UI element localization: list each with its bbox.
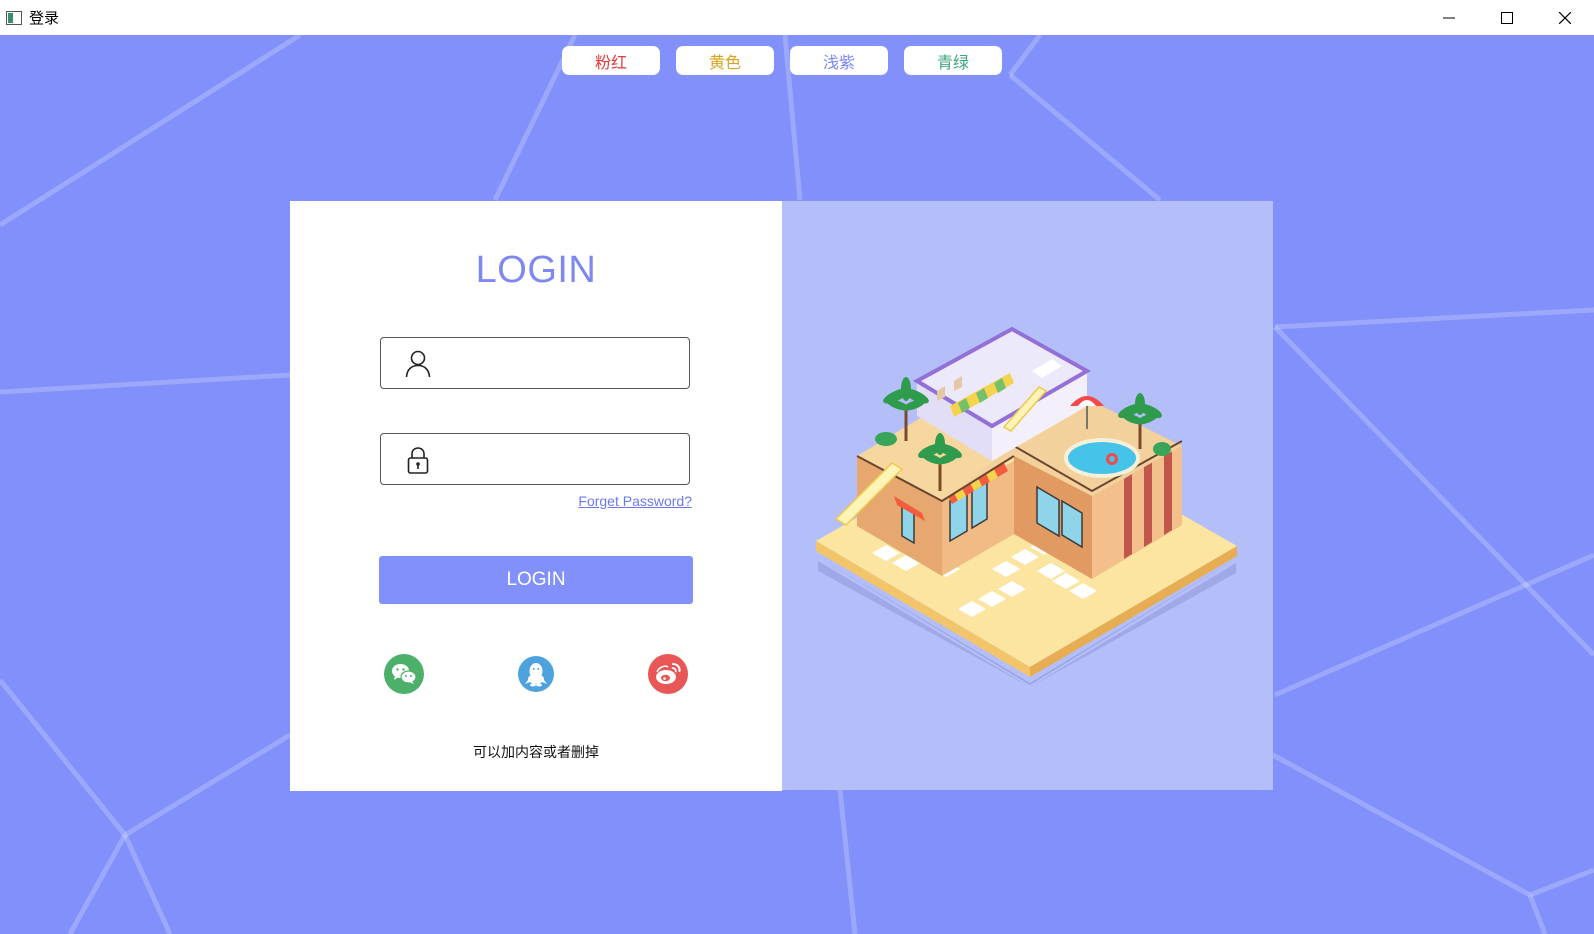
minimize-icon [1443, 17, 1455, 18]
maximize-icon [1501, 11, 1513, 24]
theme-switcher: 粉红 黄色 浅紫 青绿 [562, 46, 1002, 75]
username-input[interactable] [445, 346, 679, 382]
theme-button-yellow[interactable]: 黄色 [676, 46, 774, 75]
forget-password-link[interactable]: Forget Password? [578, 493, 692, 509]
theme-button-purple[interactable]: 浅紫 [790, 46, 888, 75]
close-button[interactable] [1536, 0, 1594, 35]
theme-button-green[interactable]: 青绿 [904, 46, 1002, 75]
password-field[interactable] [380, 433, 690, 485]
window-titlebar: 登录 [0, 0, 1594, 35]
close-icon [1559, 11, 1571, 24]
wechat-icon [384, 654, 424, 694]
footer-note: 可以加内容或者删掉 [473, 745, 599, 761]
illustration-panel [782, 201, 1273, 790]
qq-button[interactable] [516, 654, 556, 694]
theme-button-pink[interactable]: 粉红 [562, 46, 660, 75]
password-input[interactable] [445, 442, 679, 478]
weibo-button[interactable] [648, 654, 688, 694]
login-button[interactable]: LOGIN [379, 556, 693, 604]
login-title: LOGIN [475, 249, 597, 291]
lock-icon [407, 447, 429, 474]
window-title: 登录 [29, 10, 60, 27]
isometric-house-illustration [816, 326, 1237, 687]
weibo-icon [648, 654, 688, 694]
user-icon [405, 350, 431, 378]
login-panel: LOGIN Forget Password? LOGIN 可以加内容或者删掉 [290, 201, 782, 791]
app-icon [6, 10, 22, 25]
window-controls [1420, 0, 1594, 35]
maximize-button[interactable] [1478, 0, 1536, 35]
username-field[interactable] [380, 337, 690, 389]
qq-icon [518, 656, 554, 692]
wechat-button[interactable] [384, 654, 424, 694]
minimize-button[interactable] [1420, 0, 1478, 35]
